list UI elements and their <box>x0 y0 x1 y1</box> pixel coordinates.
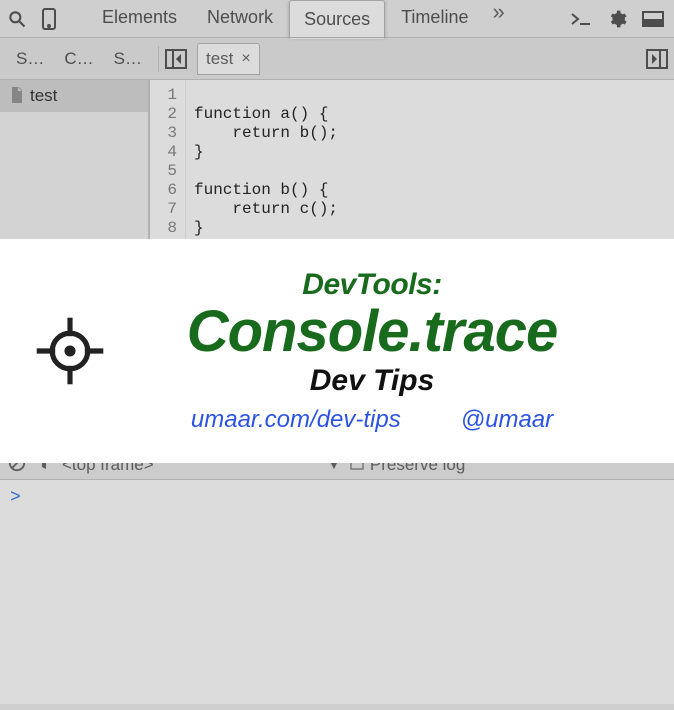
console-prompt: > <box>10 488 21 508</box>
toggle-navigator-icon[interactable] <box>165 49 187 69</box>
file-icon <box>10 87 24 106</box>
devtools-toolbar: Elements Network Sources Timeline » <box>0 0 674 38</box>
tabs-overflow[interactable]: » <box>484 0 512 38</box>
settings-gear-icon[interactable] <box>606 8 628 30</box>
close-file-icon[interactable]: × <box>241 50 250 68</box>
navigator-file[interactable]: test <box>0 80 148 112</box>
search-icon[interactable] <box>6 8 28 30</box>
title-overlay: DevTools: Console.trace Dev Tips umaar.c… <box>0 239 674 463</box>
crosshair-icon <box>30 311 110 391</box>
file-tab-label: test <box>206 49 233 69</box>
tab-elements[interactable]: Elements <box>88 0 191 38</box>
subtab-3[interactable]: S… <box>104 43 152 75</box>
console-body[interactable]: > <box>0 480 674 710</box>
toggle-debugger-icon[interactable] <box>646 49 668 69</box>
divider <box>158 46 159 72</box>
overlay-title: Console.trace <box>130 302 614 363</box>
overlay-link-site[interactable]: umaar.com/dev-tips <box>191 406 401 434</box>
overlay-subtitle: Dev Tips <box>130 364 614 398</box>
sources-subbar: S… C… S… test × <box>0 38 674 80</box>
subtab-2[interactable]: C… <box>54 43 103 75</box>
dock-icon[interactable] <box>642 8 664 30</box>
overlay-link-handle[interactable]: @umaar <box>461 406 553 434</box>
tab-timeline[interactable]: Timeline <box>387 0 482 38</box>
navigator-file-label: test <box>30 86 57 106</box>
tab-network[interactable]: Network <box>193 0 287 38</box>
open-file-tab[interactable]: test × <box>197 43 260 75</box>
tab-sources[interactable]: Sources <box>289 0 385 39</box>
console-toggle-icon[interactable] <box>570 8 592 30</box>
subtab-1[interactable]: S… <box>6 43 54 75</box>
panel-tabs: Elements Network Sources Timeline » <box>88 0 513 38</box>
device-icon[interactable] <box>38 8 60 30</box>
overlay-pretitle: DevTools: <box>130 268 614 302</box>
